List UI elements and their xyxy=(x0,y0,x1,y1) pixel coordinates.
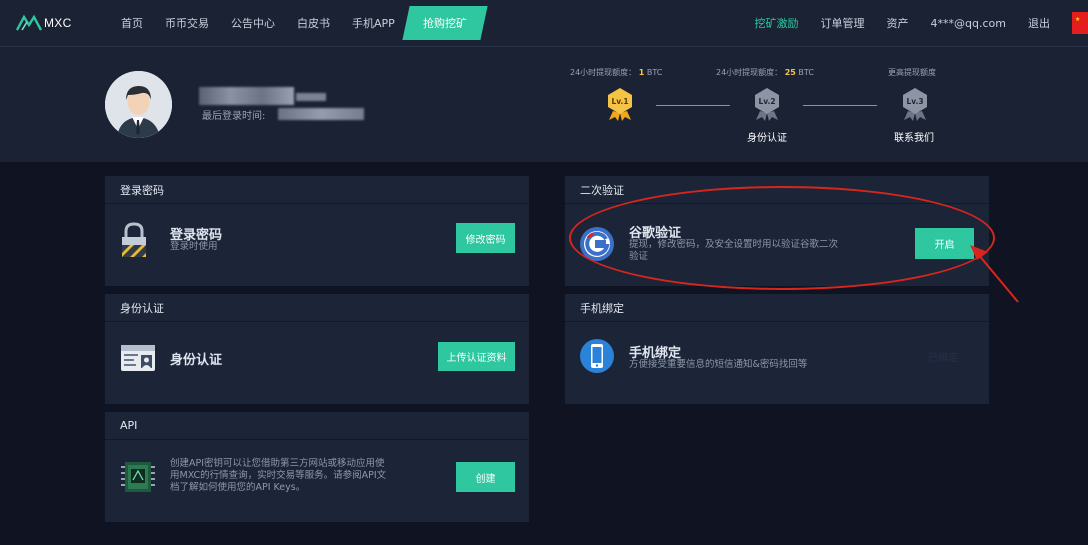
nav-home[interactable]: 首页 xyxy=(121,15,143,31)
last-login-label: 最后登录时间: xyxy=(202,111,266,122)
limit-lv1: 24小时提现额度： 1 BTC xyxy=(570,67,662,78)
limit-lv2: 24小时提现额度： 25 BTC xyxy=(716,67,814,78)
highlight-arrow-icon xyxy=(970,245,1019,303)
nav-account-email[interactable]: 4***@qq.com xyxy=(931,17,1006,30)
limit-lv2-unit: BTC xyxy=(798,68,814,77)
create-api-key-button[interactable]: 创建 xyxy=(456,462,515,492)
level-1-badge-icon: Lv.1 xyxy=(608,88,632,121)
nav-trade[interactable]: 币币交易 xyxy=(165,15,209,31)
main-menu: 首页 币币交易 公告中心 白皮书 手机APP xyxy=(121,0,417,46)
limit-lv3-label: 更高提现额度 xyxy=(888,68,936,77)
login-password-subtitle: 登录时使用 xyxy=(170,241,218,252)
username-redacted-tail xyxy=(296,93,326,101)
top-nav: MXC 首页 币币交易 公告中心 白皮书 手机APP 抢购挖矿 挖矿激励 订单管… xyxy=(0,0,1088,46)
api-header: API xyxy=(105,412,529,440)
limit-lv1-value: 1 xyxy=(638,68,645,77)
user-avatar-icon xyxy=(105,71,172,138)
identity-title: 身份认证 xyxy=(170,353,223,368)
mxc-logo-icon xyxy=(16,14,42,31)
api-description-line2: 用MXC的行情查询，实时交易等服务。请参阅API文 xyxy=(170,470,387,481)
nav-mining-label: 抢购挖矿 xyxy=(423,17,467,30)
highlight-ellipse xyxy=(569,186,995,290)
level-3-badge-icon: Lv.3 xyxy=(903,88,927,121)
logo-text: MXC xyxy=(44,16,72,30)
login-password-card: 登录密码 登录密码 登录时使用 修改密码 xyxy=(105,176,529,286)
language-flag-icon[interactable]: ★ xyxy=(1072,12,1088,34)
mobile-phone-icon xyxy=(580,339,614,373)
level-3-caption[interactable]: 联系我们 xyxy=(894,129,934,144)
phone-binding-header: 手机绑定 xyxy=(565,294,989,322)
limit-lv1-label: 24小时提现额度： xyxy=(570,68,637,77)
avatar xyxy=(105,71,172,138)
limit-lv2-label: 24小时提现额度： xyxy=(716,68,783,77)
nav-orders[interactable]: 订单管理 xyxy=(821,15,865,31)
phone-binding-card: 手机绑定 手机绑定 方便接受重要信息的短信通知&密码找回等 已绑定 xyxy=(565,294,989,404)
nav-announcements[interactable]: 公告中心 xyxy=(231,15,275,31)
nav-assets[interactable]: 资产 xyxy=(887,15,909,31)
api-description-line3: 档了解如何使用您的API Keys。 xyxy=(170,482,306,493)
change-password-button[interactable]: 修改密码 xyxy=(456,223,515,253)
phone-bound-status: 已绑定 xyxy=(928,353,958,364)
id-card-icon xyxy=(121,345,155,371)
nav-mining-rewards[interactable]: 挖矿激励 xyxy=(755,15,799,31)
nav-mining-button[interactable]: 抢购挖矿 xyxy=(402,6,488,40)
logo[interactable]: MXC xyxy=(16,12,78,34)
api-chip-icon xyxy=(121,462,155,492)
profile-panel: 最后登录时间: 24小时提现额度： 1 BTC 24小时提现额度： 25 BTC… xyxy=(0,46,1088,162)
identity-header: 身份认证 xyxy=(105,294,529,322)
username-redacted xyxy=(199,87,294,105)
lock-icon xyxy=(122,222,146,257)
api-description: 创建API密钥可以让您借助第三方网站或移动应用使 用MXC的行情查询，实时交易等… xyxy=(170,458,420,494)
nav-whitepaper[interactable]: 白皮书 xyxy=(297,15,330,31)
phone-binding-subtitle: 方便接受重要信息的短信通知&密码找回等 xyxy=(629,359,808,370)
api-card: API 创建API密钥可以让您借助第三方网站或移动应用使 用MXC的行情查询，实… xyxy=(105,412,529,522)
level-connector-1 xyxy=(656,105,730,106)
nav-logout[interactable]: 退出 xyxy=(1028,15,1050,31)
level-2-text: Lv.2 xyxy=(758,97,775,106)
upload-identity-button[interactable]: 上传认证资料 xyxy=(438,342,515,371)
login-password-header: 登录密码 xyxy=(105,176,529,204)
limit-lv1-unit: BTC xyxy=(646,68,663,77)
last-login-redacted xyxy=(278,108,364,120)
level-connector-2 xyxy=(803,105,877,106)
nav-mobile-app[interactable]: 手机APP xyxy=(352,15,395,31)
limit-lv3: 更高提现额度 xyxy=(888,67,936,78)
level-2-badge-icon: Lv.2 xyxy=(755,88,779,121)
limit-lv2-value: 25 xyxy=(784,68,796,77)
level-2-caption[interactable]: 身份认证 xyxy=(747,129,787,144)
level-1-text: Lv.1 xyxy=(611,97,628,106)
level-3-text: Lv.3 xyxy=(906,97,923,106)
api-description-line1: 创建API密钥可以让您借助第三方网站或移动应用使 xyxy=(170,458,385,469)
user-menu: 挖矿激励 订单管理 资产 4***@qq.com 退出 ★ xyxy=(755,0,1088,46)
identity-card: 身份认证 身份认证 上传认证资料 xyxy=(105,294,529,404)
